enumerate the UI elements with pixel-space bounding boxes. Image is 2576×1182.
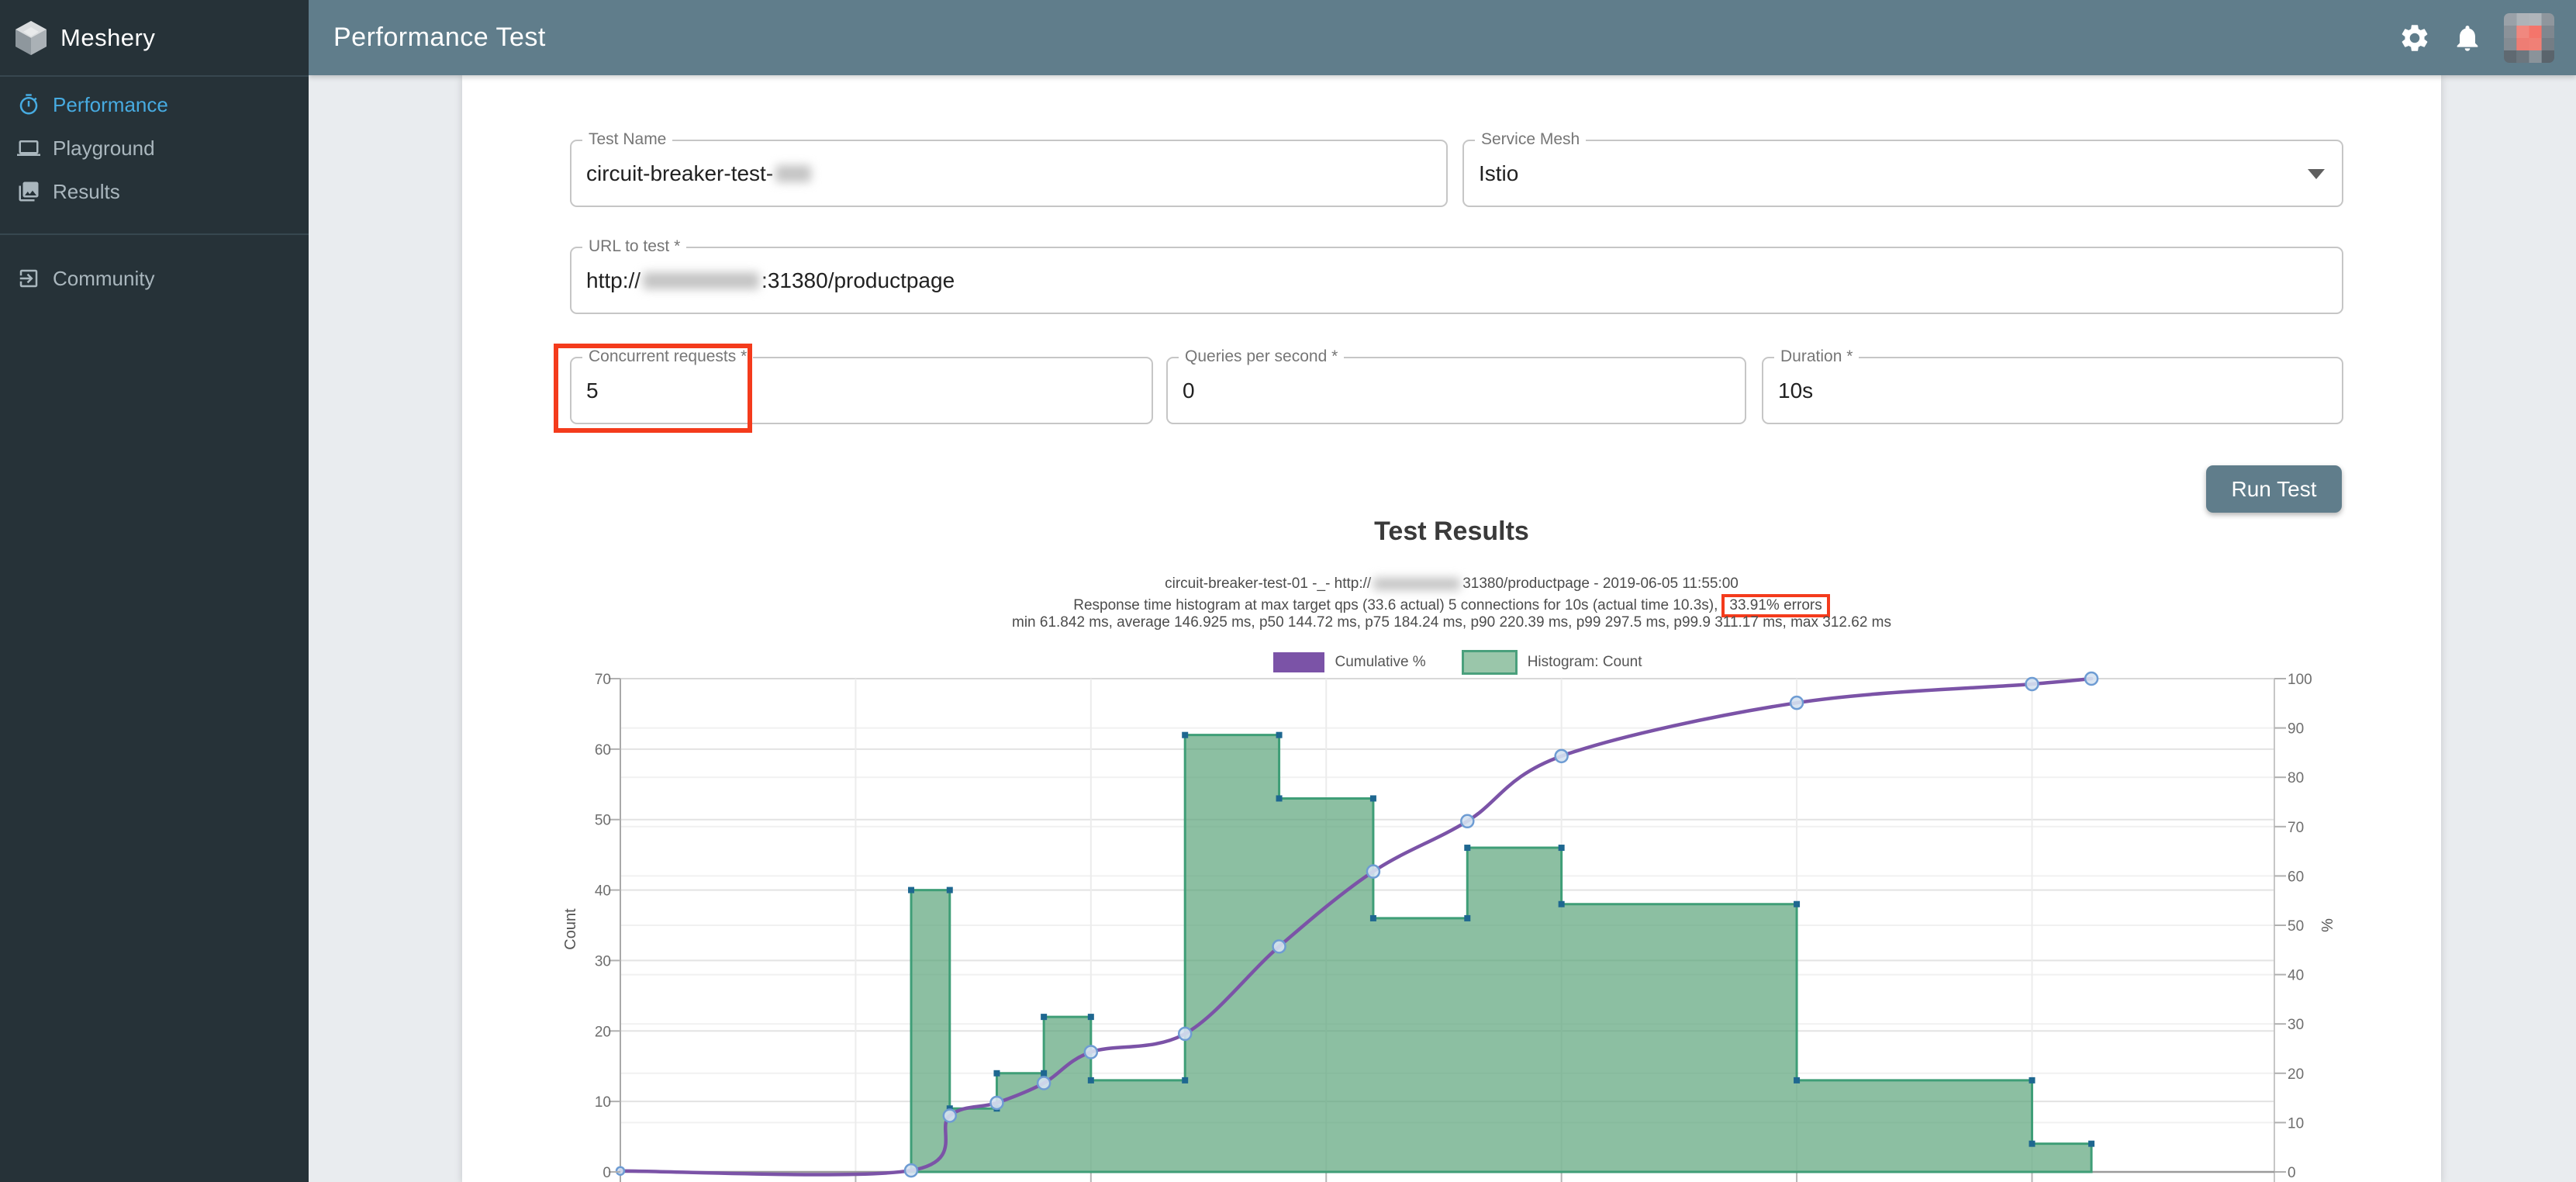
sidebar-item-results[interactable]: Results bbox=[0, 170, 309, 213]
svg-text:0: 0 bbox=[603, 1165, 611, 1181]
sidebar-item-label: Performance bbox=[53, 93, 168, 117]
concurrent-requests-input[interactable]: 5 bbox=[571, 358, 1152, 423]
sidebar: Meshery Performance Playground Results bbox=[0, 0, 309, 1182]
histogram-chart-svg: 0 10 20 30 40 50 60 70 0 10 20 30 40 50 60 70 80 90 100 Cou… bbox=[543, 644, 2373, 1182]
qps-field[interactable]: Queries per second * 0 bbox=[1166, 357, 1746, 424]
svg-text:30: 30 bbox=[2288, 1017, 2304, 1033]
app-header: Performance Test bbox=[309, 0, 2576, 75]
brand-name: Meshery bbox=[60, 24, 155, 52]
results-line3: min 61.842 ms, average 146.925 ms, p50 1… bbox=[462, 614, 2441, 631]
sidebar-item-performance[interactable]: Performance bbox=[0, 83, 309, 126]
stopwatch-icon bbox=[17, 93, 40, 116]
gear-icon bbox=[2398, 22, 2431, 54]
svg-text:40: 40 bbox=[595, 883, 611, 900]
svg-text:20: 20 bbox=[595, 1024, 611, 1040]
svg-text:Count: Count bbox=[562, 908, 579, 950]
results-chart: 0 10 20 30 40 50 60 70 0 10 20 30 40 50 60 70 80 90 100 Cou… bbox=[543, 644, 2373, 1182]
svg-text:90: 90 bbox=[2288, 721, 2304, 738]
svg-text:10: 10 bbox=[2288, 1115, 2304, 1132]
svg-text:60: 60 bbox=[2288, 869, 2304, 885]
svg-text:10: 10 bbox=[595, 1094, 611, 1111]
url-input[interactable]: http://:31380/productpage bbox=[571, 248, 2342, 313]
chevron-down-icon bbox=[2308, 169, 2325, 179]
meshery-logo-icon bbox=[12, 19, 50, 57]
svg-text:80: 80 bbox=[2288, 770, 2304, 786]
service-mesh-select[interactable]: Service Mesh Istio bbox=[1462, 140, 2343, 207]
avatar-mosaic bbox=[2504, 13, 2554, 63]
redacted-text bbox=[775, 165, 811, 182]
brand: Meshery bbox=[0, 0, 309, 75]
sidebar-item-community[interactable]: Community bbox=[0, 257, 309, 300]
redacted-text bbox=[643, 272, 759, 289]
app: Performance Test bbox=[0, 0, 2576, 1182]
svg-text:40: 40 bbox=[2288, 968, 2304, 984]
user-avatar[interactable] bbox=[2504, 13, 2554, 63]
settings-gear-icon[interactable] bbox=[2398, 22, 2431, 54]
sidebar-item-label: Results bbox=[53, 180, 120, 204]
results-chart-icon bbox=[17, 180, 40, 203]
svg-text:70: 70 bbox=[2288, 820, 2304, 836]
test-name-field[interactable]: Test Name circuit-breaker-test- bbox=[570, 140, 1448, 207]
qps-input[interactable]: 0 bbox=[1168, 358, 1745, 423]
bell-icon bbox=[2452, 22, 2483, 54]
concurrent-requests-field[interactable]: Concurrent requests * 5 bbox=[570, 357, 1153, 424]
header-actions bbox=[2398, 0, 2554, 75]
service-mesh-value: Istio bbox=[1464, 141, 2342, 206]
svg-text:50: 50 bbox=[2288, 918, 2304, 935]
exit-to-app-icon bbox=[17, 267, 40, 290]
results-line1: circuit-breaker-test-01 -_- http://31380… bbox=[462, 575, 2441, 593]
laptop-icon bbox=[17, 137, 40, 160]
svg-text:0: 0 bbox=[2288, 1165, 2296, 1181]
duration-field[interactable]: Duration * 10s bbox=[1762, 357, 2343, 424]
svg-text:%: % bbox=[2319, 918, 2336, 932]
notifications-bell-icon[interactable] bbox=[2451, 22, 2484, 54]
results-title: Test Results bbox=[462, 517, 2441, 547]
svg-text:100: 100 bbox=[2288, 672, 2312, 688]
svg-text:20: 20 bbox=[2288, 1066, 2304, 1083]
svg-text:70: 70 bbox=[595, 672, 611, 688]
redacted-text bbox=[1373, 578, 1460, 590]
run-test-button[interactable]: Run Test bbox=[2206, 465, 2342, 513]
svg-text:60: 60 bbox=[595, 742, 611, 759]
page-title: Performance Test bbox=[333, 22, 546, 53]
sidebar-item-playground[interactable]: Playground bbox=[0, 126, 309, 170]
duration-input[interactable]: 10s bbox=[1763, 358, 2342, 423]
svg-text:30: 30 bbox=[595, 953, 611, 969]
sidebar-item-label: Playground bbox=[53, 137, 155, 161]
url-field[interactable]: URL to test * http://:31380/productpage bbox=[570, 247, 2343, 314]
sidebar-item-label: Community bbox=[53, 267, 154, 291]
svg-text:50: 50 bbox=[595, 813, 611, 829]
test-name-input[interactable]: circuit-breaker-test- bbox=[571, 141, 1446, 206]
